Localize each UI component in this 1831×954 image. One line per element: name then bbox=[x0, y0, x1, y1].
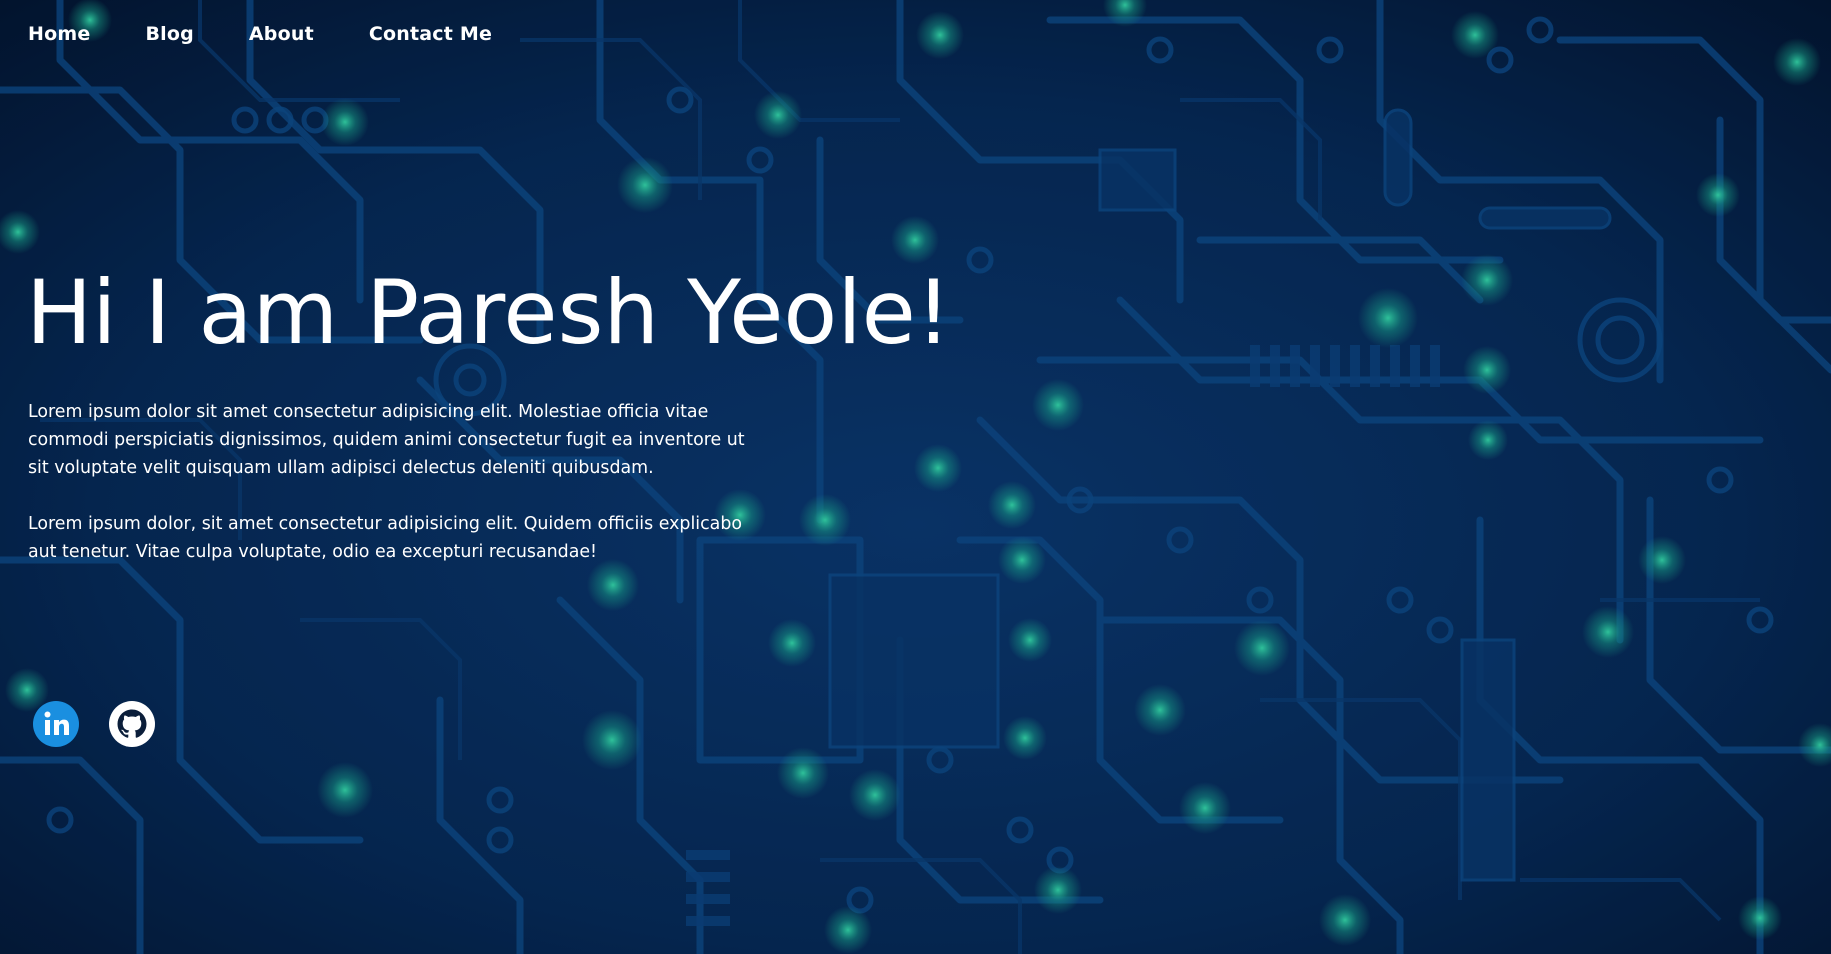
main-nav: Home Blog About Contact Me bbox=[28, 18, 547, 50]
intro-paragraph-2: Lorem ipsum dolor, sit amet consectetur … bbox=[28, 514, 743, 562]
social-links bbox=[32, 700, 156, 748]
page-title: Hi I am Paresh Yeole! bbox=[26, 261, 952, 364]
landing-page: Home Blog About Contact Me Hi I am Pares… bbox=[0, 0, 1831, 954]
nav-link-blog[interactable]: Blog bbox=[145, 18, 193, 50]
intro-text: Lorem ipsum dolor sit amet consectetur a… bbox=[28, 398, 748, 594]
intro-paragraph-1: Lorem ipsum dolor sit amet consectetur a… bbox=[28, 402, 745, 478]
linkedin-link[interactable] bbox=[32, 700, 80, 748]
github-link[interactable] bbox=[108, 700, 156, 748]
nav-link-contact[interactable]: Contact Me bbox=[369, 18, 492, 50]
nav-link-home[interactable]: Home bbox=[28, 18, 90, 50]
linkedin-icon bbox=[33, 701, 79, 747]
github-icon bbox=[109, 701, 155, 747]
nav-link-about[interactable]: About bbox=[249, 18, 314, 50]
